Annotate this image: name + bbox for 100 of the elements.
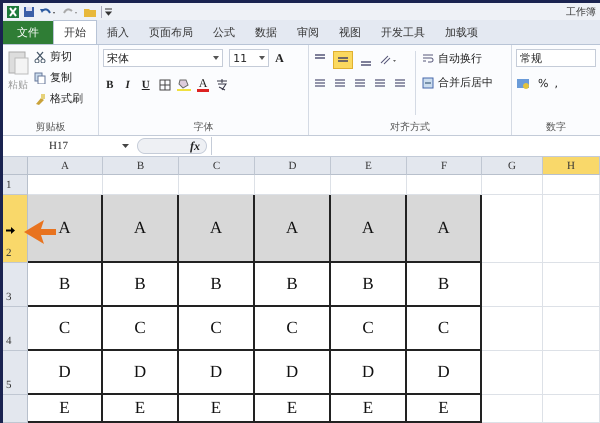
table-cell: A xyxy=(407,195,482,263)
table-cell: E xyxy=(28,395,103,423)
empty-cell xyxy=(482,395,543,423)
bold-button[interactable]: B xyxy=(103,78,116,90)
table-cell: A xyxy=(331,195,407,263)
table-cell: C xyxy=(331,307,407,351)
table-cell: C xyxy=(103,307,179,351)
ribbon-tab[interactable]: 插入 xyxy=(97,21,139,44)
empty-cell xyxy=(543,195,600,263)
wrap-text-icon xyxy=(422,52,434,64)
table-cell: E xyxy=(103,395,179,423)
orientation-icon[interactable] xyxy=(379,53,397,67)
empty-cell xyxy=(543,175,600,195)
cut-button[interactable]: 剪切 xyxy=(34,49,83,64)
excel-logo-icon[interactable] xyxy=(7,6,19,18)
grow-font-button[interactable]: A xyxy=(275,50,284,66)
ribbon-tab[interactable]: 审阅 xyxy=(287,21,329,44)
empty-cell xyxy=(482,351,543,395)
left-arrow-annotation xyxy=(24,218,56,246)
comma-button[interactable]: , xyxy=(554,77,558,90)
ribbon-tab[interactable]: 数据 xyxy=(245,21,287,44)
wrap-text-button[interactable]: 自动换行 xyxy=(422,51,493,66)
save-icon[interactable] xyxy=(23,6,35,18)
table-cell: C xyxy=(179,307,255,351)
ribbon-tab[interactable]: 开发工具 xyxy=(371,21,435,44)
row-header[interactable]: 5 xyxy=(3,351,28,395)
empty-cell xyxy=(543,307,600,351)
caret-icon xyxy=(259,56,266,60)
row-header[interactable]: 2 xyxy=(3,195,28,263)
scissors-icon xyxy=(34,50,46,62)
empty-cell xyxy=(482,263,543,307)
dropdown-icon[interactable] xyxy=(101,6,113,18)
caret-icon xyxy=(122,144,129,148)
merge-cells-icon xyxy=(422,76,434,88)
ribbon-tab[interactable]: 视图 xyxy=(329,21,371,44)
table-cell: D xyxy=(103,351,179,395)
cursor-arrow-icon xyxy=(6,227,15,234)
empty-cell xyxy=(543,395,600,423)
borders-icon[interactable] xyxy=(158,78,171,90)
table-cell: E xyxy=(331,395,407,423)
insert-function-button[interactable]: fx xyxy=(190,138,200,154)
table-cell: A xyxy=(28,195,103,263)
table-cell: D xyxy=(407,351,482,395)
row-header[interactable]: 4 xyxy=(3,307,28,351)
caret-icon xyxy=(213,56,220,60)
phonetic-guide-icon[interactable] xyxy=(215,78,230,91)
merge-center-button[interactable]: 合并后居中 xyxy=(422,75,493,90)
table-cell: B xyxy=(103,263,179,307)
empty-cell xyxy=(543,263,600,307)
currency-icon[interactable] xyxy=(516,77,532,90)
column-header[interactable]: B xyxy=(103,157,179,175)
empty-cell xyxy=(482,307,543,351)
column-header[interactable]: F xyxy=(407,157,482,175)
ribbon-tab[interactable]: 页面布局 xyxy=(139,21,203,44)
table-cell: A xyxy=(255,195,331,263)
font-size-field[interactable]: 11 xyxy=(229,49,270,67)
ribbon-tab[interactable]: 加载项 xyxy=(435,21,488,44)
underline-button[interactable]: U xyxy=(138,78,153,90)
table-cell: E xyxy=(255,395,331,423)
group-label: 字体 xyxy=(194,120,214,134)
row-header[interactable]: 3 xyxy=(3,263,28,307)
font-color-button[interactable]: A xyxy=(196,77,210,92)
copy-icon xyxy=(34,72,46,84)
column-header[interactable]: H xyxy=(543,157,600,175)
fill-color-icon[interactable] xyxy=(176,78,191,91)
table-cell: B xyxy=(331,263,407,307)
copy-button[interactable]: 复制 xyxy=(34,70,83,85)
file-tab[interactable]: 文件 xyxy=(3,21,53,44)
format-painter-button[interactable]: 格式刷 xyxy=(34,91,83,106)
column-header[interactable]: E xyxy=(331,157,407,175)
group-label: 对齐方式 xyxy=(390,120,430,134)
group-label: 剪贴板 xyxy=(36,120,66,134)
table-cell: B xyxy=(255,263,331,307)
percent-button[interactable]: % xyxy=(538,77,548,90)
ribbon-tab[interactable]: 开始 xyxy=(53,20,97,44)
table-cell: D xyxy=(179,351,255,395)
table-cell: B xyxy=(407,263,482,307)
table-cell: B xyxy=(28,263,103,307)
table-cell: C xyxy=(28,307,103,351)
name-box[interactable]: H17 xyxy=(3,140,133,152)
clipboard-icon xyxy=(7,49,29,75)
row-header[interactable]: 1 xyxy=(3,175,28,195)
table-cell: E xyxy=(407,395,482,423)
font-name-field[interactable]: 宋体 xyxy=(103,49,224,67)
empty-cell xyxy=(543,351,600,395)
table-cell: D xyxy=(331,351,407,395)
table-cell: D xyxy=(255,351,331,395)
number-format-field[interactable]: 常规 xyxy=(516,49,596,67)
italic-button[interactable]: I xyxy=(122,78,133,90)
empty-cell xyxy=(482,175,543,195)
column-header[interactable]: A xyxy=(28,157,103,175)
group-label: 数字 xyxy=(546,120,566,134)
column-header[interactable]: D xyxy=(255,157,331,175)
column-header[interactable]: G xyxy=(482,157,543,175)
table-cell: A xyxy=(179,195,255,263)
middle-align-icon[interactable] xyxy=(333,51,353,69)
ribbon-tab[interactable]: 公式 xyxy=(203,21,245,44)
table-cell: C xyxy=(407,307,482,351)
table-cell: A xyxy=(103,195,179,263)
column-header[interactable]: C xyxy=(179,157,255,175)
